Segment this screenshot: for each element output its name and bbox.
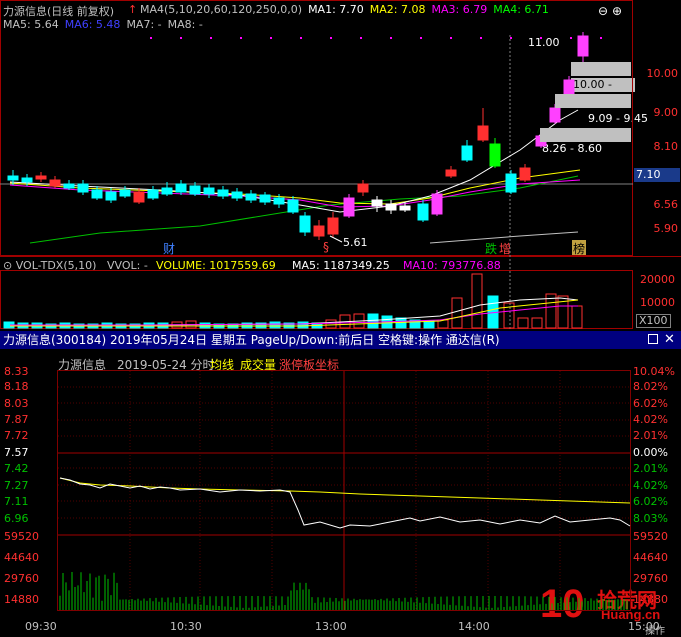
- dot: [540, 37, 542, 39]
- dot: [390, 37, 392, 39]
- candle-body: [189, 185, 201, 195]
- volume-bar: [451, 297, 463, 329]
- volume-bar: [325, 319, 337, 329]
- candle-body: [49, 179, 61, 187]
- candle-body: [245, 193, 257, 201]
- dot: [270, 37, 272, 39]
- candle-body: [7, 175, 19, 181]
- dot: [570, 37, 572, 39]
- candle-body: [477, 125, 489, 141]
- candle-body: [445, 169, 457, 177]
- candle-body: [161, 187, 173, 195]
- candle-body: [299, 215, 311, 233]
- candle-body: [105, 191, 117, 201]
- dot: [150, 37, 152, 39]
- volume-bar: [531, 317, 543, 329]
- candle-body: [385, 203, 397, 211]
- candle-body: [133, 191, 145, 203]
- candle-body: [147, 189, 159, 199]
- candle-body: [549, 107, 561, 123]
- dot: [210, 37, 212, 39]
- candle-body: [175, 183, 187, 193]
- candle-body: [417, 203, 429, 221]
- candle-body: [273, 197, 285, 205]
- dot: [360, 37, 362, 39]
- candle-body: [489, 143, 501, 167]
- candle-body: [287, 199, 299, 213]
- candle-body: [21, 177, 33, 183]
- dot: [510, 37, 512, 39]
- candle-body: [461, 145, 473, 161]
- volume-bar: [269, 321, 281, 329]
- volume-bar: [471, 273, 483, 329]
- dot: [450, 37, 452, 39]
- kline-frame: [0, 0, 633, 256]
- dot: [300, 37, 302, 39]
- low-arrow: [329, 235, 343, 243]
- dot: [240, 37, 242, 39]
- candle-body: [231, 191, 243, 199]
- volume-bar: [571, 305, 583, 329]
- candle-body: [259, 194, 271, 203]
- dot: [330, 37, 332, 39]
- volume-bar: [423, 320, 435, 329]
- candle-body: [399, 205, 411, 211]
- candle-body: [431, 193, 443, 215]
- candle-body: [371, 199, 383, 207]
- candle-body: [343, 197, 355, 217]
- volume-bar: [517, 317, 529, 329]
- candle-body: [519, 167, 531, 181]
- candle-body: [217, 189, 229, 197]
- candle-body: [357, 183, 369, 193]
- candle-body: [313, 225, 325, 237]
- candle-body: [327, 217, 339, 235]
- dot: [180, 37, 182, 39]
- dot: [600, 37, 602, 39]
- candle-body: [77, 183, 89, 193]
- ma-line-gray: [429, 231, 579, 244]
- candle-body: [119, 189, 131, 197]
- candle-body: [505, 173, 517, 193]
- chip-bar: [571, 62, 631, 76]
- candle-body: [63, 183, 75, 189]
- volume-bar: [297, 321, 309, 329]
- chip-bar: [555, 94, 631, 108]
- candle-body: [35, 175, 47, 180]
- candle-body: [577, 35, 589, 57]
- chip-bar: [540, 128, 631, 142]
- candle-body: [91, 189, 103, 199]
- avg-price-line: [59, 477, 631, 504]
- ma-line-green: [29, 175, 579, 244]
- chart-canvas: [0, 0, 681, 611]
- dot: [480, 37, 482, 39]
- candle-body: [203, 187, 215, 195]
- dot: [420, 37, 422, 39]
